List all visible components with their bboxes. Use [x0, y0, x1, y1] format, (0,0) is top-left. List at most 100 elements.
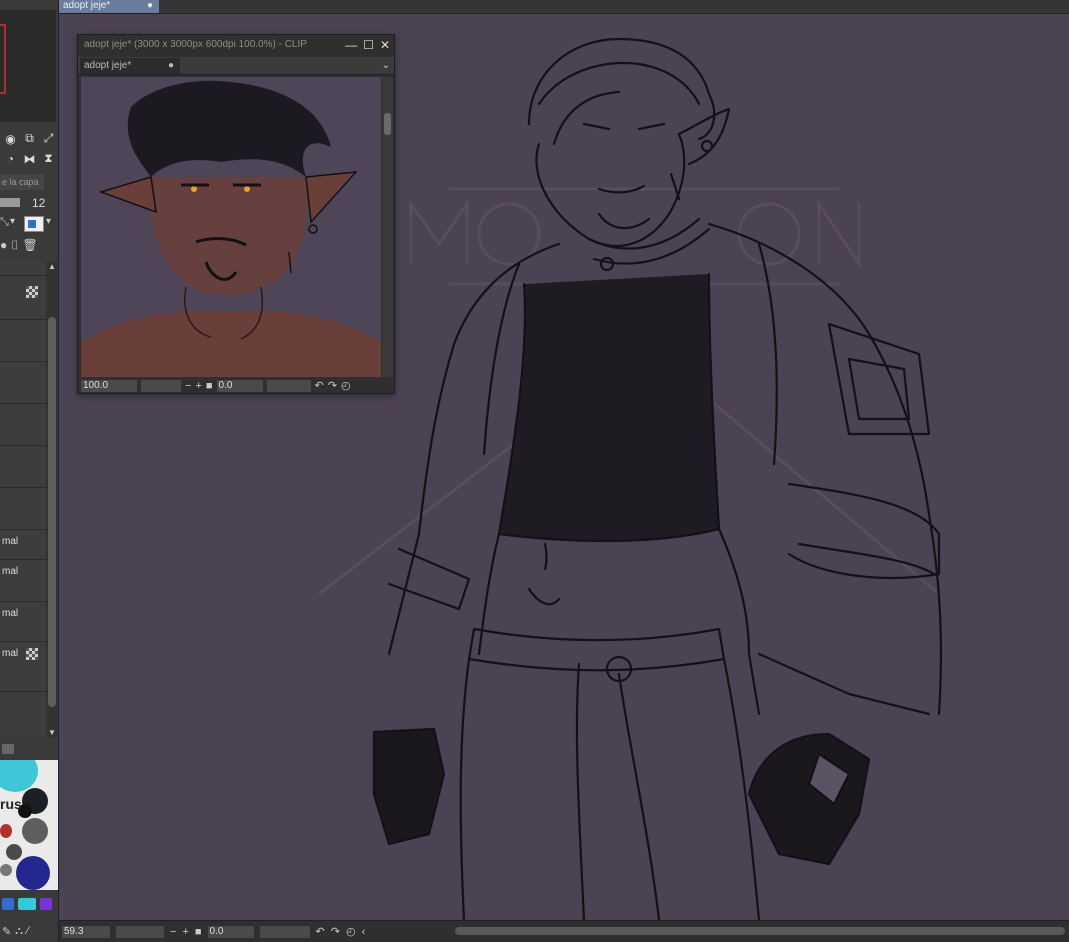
navigator-tools-row-2: ◔ ⧓ ⧗	[0, 150, 58, 170]
main-statusbar: 59.3 − + ■ 0.0 ↶ ↷ ◴ ‹	[59, 920, 1069, 942]
layer-scrollbar[interactable]	[46, 262, 58, 737]
layer-scroll-thumb[interactable]	[48, 317, 56, 707]
flip-horizontal-icon[interactable]: ⧓	[21, 150, 38, 167]
color-set-palette[interactable]: rus	[0, 760, 58, 890]
opacity-row: 12	[0, 194, 58, 212]
swatch[interactable]	[40, 898, 52, 910]
chevron-down-icon[interactable]: ⌄	[382, 57, 390, 74]
blend-mode-row: ⤡ ▾ ▾	[0, 214, 58, 234]
layer-item[interactable]	[0, 276, 46, 320]
zoom-field[interactable]: 59.3	[62, 925, 110, 938]
sub-window-canvas[interactable]	[81, 77, 381, 377]
document-tab-label: adopt jeje*	[63, 0, 111, 11]
sub-window-scroll-thumb[interactable]	[384, 113, 391, 135]
sub-view-window[interactable]: adopt jeje* (3000 x 3000px 600dpi 100.0%…	[77, 34, 395, 394]
fit-window-icon[interactable]: ⤢	[40, 130, 57, 147]
pen-icon[interactable]: ✎	[2, 925, 11, 938]
trash-icon[interactable]: 🗑	[22, 238, 37, 256]
brush-icon[interactable]: ⛬	[15, 925, 23, 938]
color-dot[interactable]	[6, 844, 22, 860]
sub-zoom-field[interactable]: 100.0	[81, 380, 137, 392]
layer-list: mal mal mal mal	[0, 262, 46, 737]
horizontal-scrollbar[interactable]	[455, 927, 1065, 935]
zoom-slider[interactable]	[116, 925, 164, 938]
color-swatches	[0, 894, 58, 914]
sub-window-tab-label: adopt jeje*	[84, 60, 132, 71]
scroll-down-icon[interactable]: ▼	[48, 728, 56, 737]
scroll-left-icon[interactable]: ‹	[362, 926, 366, 938]
redo-rotate-icon[interactable]: ↷	[331, 925, 340, 938]
layer-item[interactable]: mal	[0, 642, 46, 692]
layer-item[interactable]	[0, 320, 46, 362]
camera-icon[interactable]: ⌷	[11, 238, 18, 256]
rotation-field[interactable]: 0.0	[207, 925, 254, 938]
sub-zoom-slider[interactable]	[141, 380, 181, 392]
tab-close-icon[interactable]: ●	[147, 0, 153, 12]
layer-item[interactable]: mal	[0, 530, 46, 560]
navigator-view-frame[interactable]	[0, 24, 6, 94]
swatch[interactable]	[2, 898, 14, 910]
maximize-icon[interactable]: ☐	[363, 35, 374, 55]
plus-icon[interactable]: +	[195, 380, 201, 392]
layer-item[interactable]	[0, 446, 46, 488]
sub-window-tab-row: adopt jeje* ● ⌄	[78, 57, 394, 75]
layer-item[interactable]	[0, 488, 46, 530]
layer-item[interactable]	[0, 404, 46, 446]
undo-rotate-icon[interactable]: ↶	[315, 380, 324, 392]
layer-item[interactable]: mal	[0, 560, 46, 602]
fit-icon[interactable]: ■	[206, 380, 213, 392]
record-icon[interactable]: ◉	[2, 130, 19, 147]
layer-item[interactable]: mal	[0, 602, 46, 642]
swatch[interactable]	[18, 898, 36, 910]
chevron-down-icon[interactable]: ▾	[46, 216, 51, 227]
sub-rotation-slider[interactable]	[266, 380, 311, 392]
layer-mode: mal	[2, 648, 19, 659]
layer-mask-thumbnail[interactable]	[26, 286, 38, 298]
undo-rotate-icon[interactable]: ↶	[316, 925, 325, 938]
layer-color-swatch	[28, 220, 36, 228]
opacity-value[interactable]: 12	[32, 196, 45, 210]
redo-rotate-icon[interactable]: ↷	[328, 380, 337, 392]
scroll-up-icon[interactable]: ▲	[48, 262, 56, 271]
new-layer-icon[interactable]: ●	[0, 238, 7, 256]
sub-window-statusbar: 100.0 − + ■ 0.0 ↶ ↷ ◴	[81, 379, 393, 393]
layer-mask-thumbnail[interactable]	[26, 648, 38, 660]
eyedropper-icon[interactable]: ⁄	[27, 925, 29, 937]
plus-icon[interactable]: +	[182, 926, 188, 938]
minimize-icon[interactable]: —	[345, 35, 357, 55]
lock-icon[interactable]: ⤡	[0, 216, 9, 229]
palette-menu-icon[interactable]	[2, 744, 14, 754]
reset-icon[interactable]: ◴	[346, 925, 356, 938]
layer-actions-row: ● ⌷ 🗑	[0, 238, 58, 256]
color-dot[interactable]	[22, 818, 48, 844]
color-dot[interactable]	[0, 864, 12, 876]
color-dot[interactable]	[16, 856, 50, 890]
brush-tool-row: ✎ ⛬ ⁄	[0, 920, 58, 942]
chevron-down-icon[interactable]: ▾	[10, 216, 15, 227]
reset-icon[interactable]: ◴	[341, 380, 351, 392]
layer-mode: mal	[2, 608, 19, 619]
character-sketch	[372, 37, 943, 920]
layer-mode: mal	[2, 536, 19, 547]
rotation-slider[interactable]	[259, 925, 310, 938]
navigator-tools-row: ◉ ⧉ ⤢	[0, 130, 58, 150]
palette-label: rus	[0, 796, 22, 812]
sub-window-tab[interactable]: adopt jeje* ●	[80, 58, 180, 74]
document-tab[interactable]: adopt jeje* ●	[59, 0, 159, 13]
sub-rotation-field[interactable]: 0.0	[216, 380, 263, 392]
layer-property-tab[interactable]: e la capa	[0, 174, 44, 190]
minus-icon[interactable]: −	[185, 380, 191, 392]
fit-icon[interactable]: ■	[195, 926, 202, 938]
close-icon[interactable]: ✕	[380, 35, 390, 55]
layer-color-button[interactable]	[24, 216, 44, 232]
tab-modified-icon[interactable]: ●	[168, 58, 174, 74]
sub-window-scrollbar[interactable]	[382, 77, 393, 377]
layer-item[interactable]	[0, 362, 46, 404]
flip-vertical-icon[interactable]: ⧗	[40, 150, 57, 167]
navigator-preview[interactable]	[0, 10, 56, 122]
opacity-slider[interactable]	[0, 198, 20, 207]
rotate-icon[interactable]: ◔	[2, 150, 19, 167]
color-dot[interactable]	[0, 824, 12, 838]
minus-icon[interactable]: −	[170, 926, 176, 938]
copy-icon[interactable]: ⧉	[21, 130, 38, 147]
